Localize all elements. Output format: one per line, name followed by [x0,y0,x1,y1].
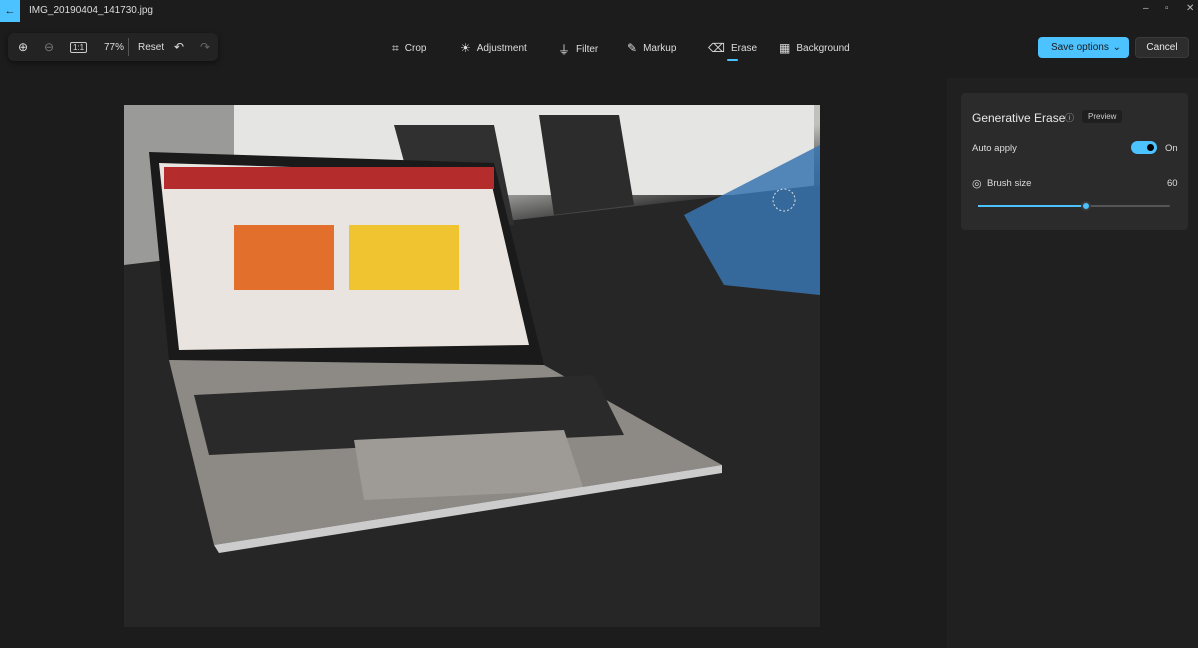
auto-apply-toggle[interactable] [1131,141,1157,154]
save-options-button[interactable]: Save options ⌄ [1038,37,1129,58]
crop-icon: ⌗ [392,41,399,55]
redo-icon[interactable]: ↷ [200,40,210,54]
arrow-left-icon: ← [4,5,16,17]
undo-icon[interactable]: ↶ [174,40,184,54]
zoom-in-icon[interactable]: ⊕ [18,40,28,54]
zoom-out-icon[interactable]: ⊖ [44,40,54,54]
eraser-icon: ⌫ [708,41,725,55]
cancel-button[interactable]: Cancel [1135,37,1189,58]
info-icon[interactable]: ⓘ [1065,111,1074,124]
tool-crop[interactable]: ⌗ Crop [392,41,426,56]
panel-title: Generative Erase [972,111,1066,125]
tool-adjustment[interactable]: ☀ Adjustment [460,41,527,55]
brightness-icon: ☀ [460,41,471,55]
photo-image [124,105,820,627]
pen-icon: ✎ [627,41,638,55]
divider [128,38,129,56]
generative-erase-card: Generative Erase ⓘ Preview Auto apply On… [961,93,1188,230]
minimize-icon[interactable]: – [1143,3,1149,14]
active-tab-indicator [727,59,738,61]
close-icon[interactable]: ✕ [1186,3,1194,14]
photo-canvas[interactable] [124,105,820,627]
restore-icon[interactable]: ▫ [1165,3,1169,14]
brush-size-value: 60 [1167,178,1178,189]
title-bar: ← IMG_20190404_141730.jpg – ▫ ✕ [0,0,1198,22]
tool-markup[interactable]: ✎ Markup [627,41,676,55]
brush-size-slider[interactable] [978,201,1170,211]
brush-icon: ◎ [972,178,982,190]
slider-fill [978,205,1086,207]
background-icon: ▦ [779,41,791,55]
chevron-down-icon: ⌄ [1112,42,1121,53]
auto-apply-label: Auto apply [972,143,1017,154]
tool-erase[interactable]: ⌫ Erase [708,41,757,55]
zoom-toolbar: ⊕ ⊖ 1:1 77% Reset ↶ ↷ [8,33,218,61]
actual-size-icon[interactable]: 1:1 [70,41,88,53]
file-title: IMG_20190404_141730.jpg [29,5,153,16]
slider-thumb[interactable] [1080,201,1091,211]
tool-background[interactable]: ▦ Background [779,41,850,55]
brush-size-label: Brush size [987,178,1032,189]
tool-filter[interactable]: ⏚ Filter [558,41,598,58]
preview-badge: Preview [1082,110,1123,123]
zoom-level[interactable]: 77% [104,42,124,53]
filter-icon: ⏚ [558,43,571,57]
back-button[interactable]: ← [0,0,20,22]
reset-button[interactable]: Reset [138,42,164,53]
auto-apply-state: On [1165,143,1178,154]
